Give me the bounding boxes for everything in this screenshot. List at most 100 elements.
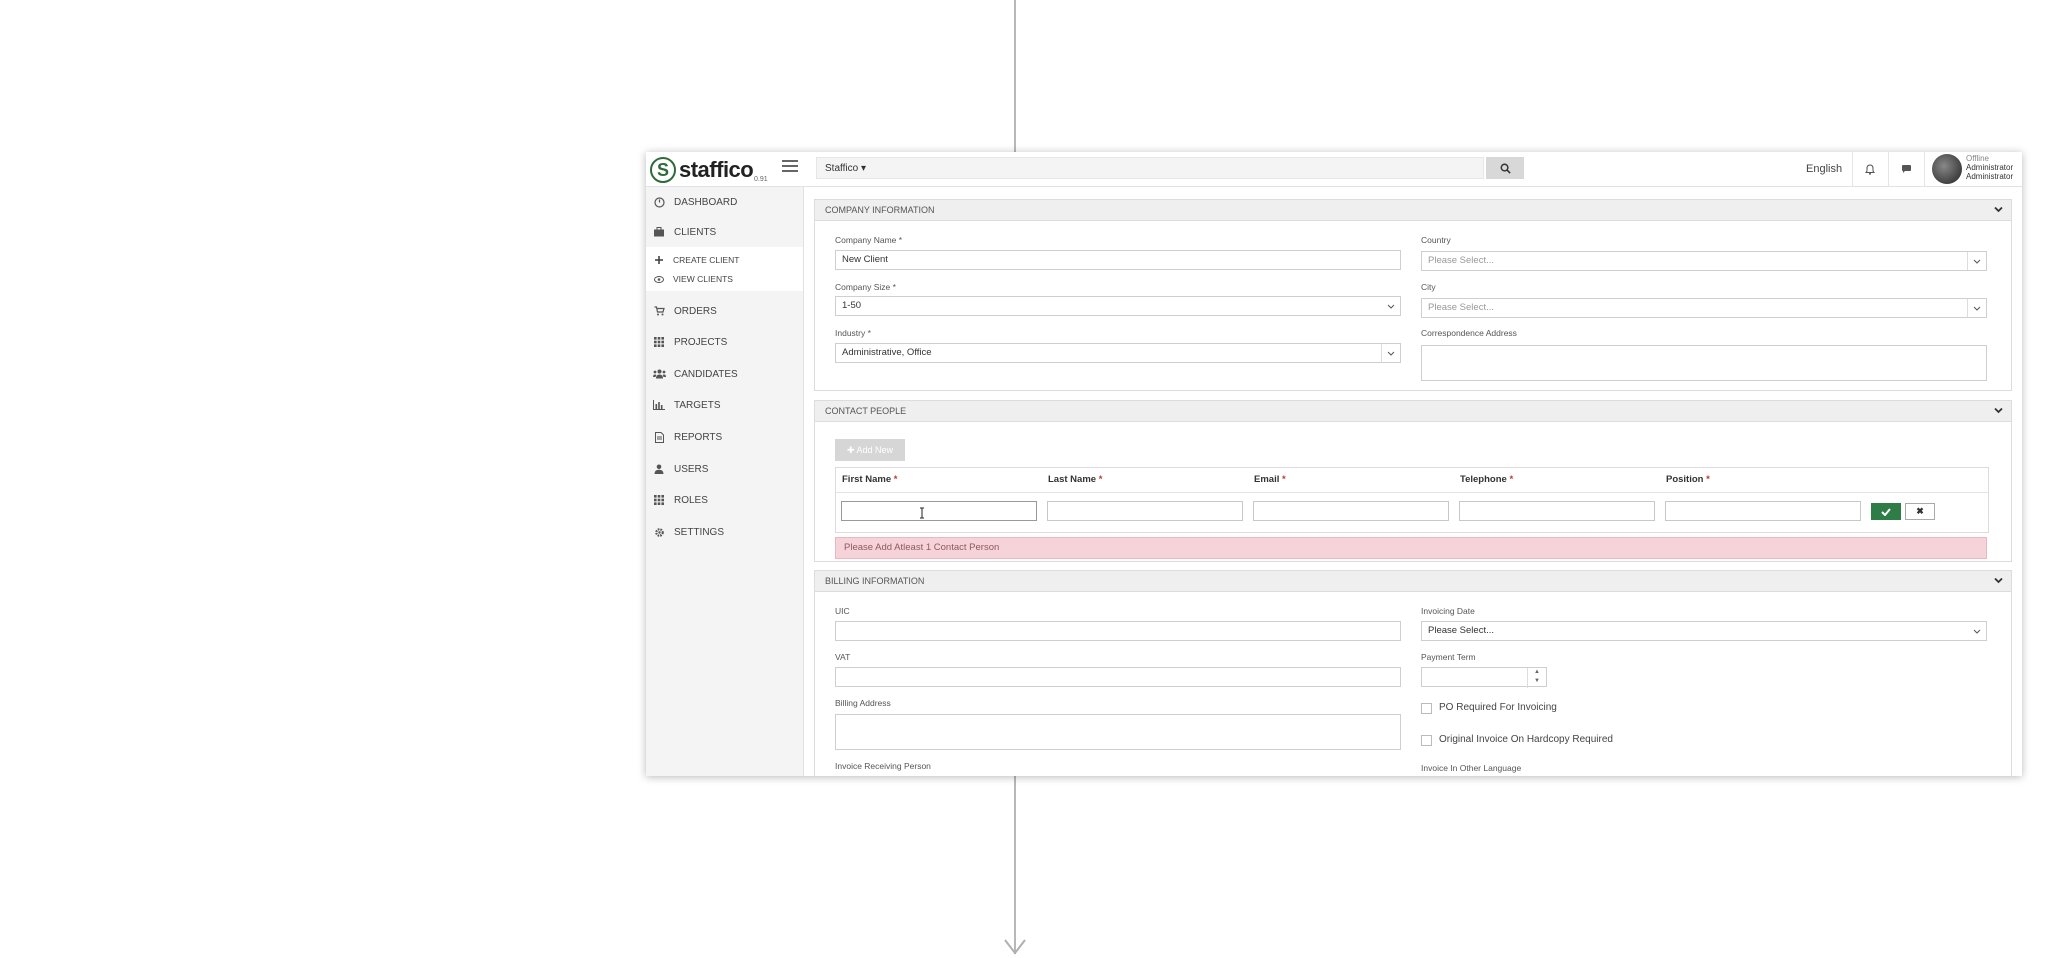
sidebar-item-label: REPORTS	[674, 431, 723, 443]
user-info[interactable]: Offline Administrator Administrator	[1966, 154, 2013, 181]
add-new-contact-button[interactable]: ✚ Add New	[835, 439, 905, 461]
country-placeholder: Please Select...	[1428, 255, 1495, 266]
city-placeholder: Please Select...	[1428, 302, 1495, 313]
sidebar-item-projects[interactable]: PROJECTS	[646, 327, 803, 357]
sidebar-item-label: CANDIDATES	[674, 368, 738, 380]
correspondence-address-input[interactable]	[1421, 345, 1987, 381]
industry-select[interactable]: Administrative, Office	[835, 343, 1401, 363]
payment-term-stepper[interactable]: ▲ ▼	[1421, 667, 1547, 688]
position-input[interactable]	[1665, 501, 1861, 521]
eye-icon	[653, 275, 665, 283]
billing-information-panel: BILLING INFORMATION UIC VAT Billing Addr…	[814, 570, 2012, 776]
brand-name: staffico	[679, 157, 754, 182]
logo-s-icon: S	[650, 157, 676, 183]
document-icon	[652, 431, 666, 443]
search-button[interactable]	[1486, 157, 1524, 179]
avatar[interactable]	[1932, 154, 1962, 184]
city-select[interactable]: Please Select...	[1421, 298, 1987, 318]
vat-label: VAT	[835, 652, 851, 662]
stepper-arrows-icon[interactable]: ▲ ▼	[1527, 668, 1546, 688]
app-version: 0.91	[754, 176, 768, 183]
invoicing-date-select[interactable]: Please Select...	[1421, 621, 1987, 641]
company-information-panel: COMPANY INFORMATION Company Name * New C…	[814, 199, 2012, 391]
dashboard-icon	[652, 196, 666, 208]
sidebar-item-users[interactable]: USERS	[646, 454, 803, 484]
sidebar-item-targets[interactable]: TARGETS	[646, 390, 803, 420]
main-content: COMPANY INFORMATION Company Name * New C…	[804, 187, 2022, 776]
company-name-input[interactable]: New Client	[835, 250, 1401, 270]
chevron-down-icon	[1994, 577, 2003, 584]
top-bar: S staffico 0.91 Staffico ▾ English Offli…	[646, 152, 2022, 187]
sidebar-item-candidates[interactable]: CANDIDATES	[646, 359, 803, 389]
sidebar: DASHBOARD CLIENTS CREATE CLIENT VIEW CLI…	[646, 187, 804, 776]
brand-logo[interactable]: S staffico	[650, 155, 754, 185]
text-cursor-icon	[920, 507, 924, 519]
briefcase-icon	[652, 227, 666, 237]
chevron-down-icon	[1994, 407, 2003, 414]
vat-input[interactable]	[835, 667, 1401, 687]
last-name-input[interactable]	[1047, 501, 1243, 521]
telephone-input[interactable]	[1459, 501, 1655, 521]
sidebar-subitem-create-client[interactable]: CREATE CLIENT	[646, 251, 803, 269]
sidebar-item-label: CLIENTS	[674, 226, 717, 238]
column-header-email: Email *	[1254, 474, 1286, 485]
company-size-select[interactable]: 1-50	[835, 296, 1401, 316]
grid-icon	[652, 337, 666, 347]
notifications-button[interactable]	[1852, 152, 1887, 186]
user-role: Administrator	[1966, 172, 2014, 181]
invoice-receiving-person-label: Invoice Receiving Person	[835, 761, 931, 771]
sidebar-item-settings[interactable]: SETTINGS	[646, 517, 803, 547]
plus-icon	[653, 256, 665, 264]
sidebar-item-label: SETTINGS	[674, 526, 725, 538]
clients-submenu: CREATE CLIENT VIEW CLIENTS	[646, 247, 803, 291]
sidebar-item-label: ORDERS	[674, 305, 717, 317]
po-required-label: PO Required For Invoicing	[1439, 702, 1557, 713]
sidebar-item-clients[interactable]: CLIENTS	[646, 217, 803, 247]
billing-information-header[interactable]: BILLING INFORMATION	[815, 571, 2011, 592]
panel-title: BILLING INFORMATION	[825, 576, 925, 586]
sidebar-item-orders[interactable]: ORDERS	[646, 296, 803, 326]
column-header-telephone: Telephone *	[1460, 474, 1514, 485]
uic-input[interactable]	[835, 621, 1401, 641]
sidebar-item-reports[interactable]: REPORTS	[646, 422, 803, 452]
original-invoice-checkbox[interactable]	[1421, 735, 1432, 746]
sidebar-item-label: USERS	[674, 463, 709, 475]
sidebar-item-dashboard[interactable]: DASHBOARD	[646, 187, 803, 217]
sidebar-item-label: ROLES	[674, 494, 708, 506]
sidebar-subitem-view-clients[interactable]: VIEW CLIENTS	[646, 270, 803, 288]
invoicing-date-label: Invoicing Date	[1421, 606, 1475, 616]
sidebar-item-roles[interactable]: ROLES	[646, 485, 803, 515]
sidebar-subitem-label: CREATE CLIENT	[673, 255, 740, 265]
messages-button[interactable]	[1888, 152, 1923, 186]
chevron-down-icon	[1381, 344, 1400, 362]
hamburger-menu-icon[interactable]	[782, 160, 798, 174]
user-menu-divider	[1924, 152, 1925, 186]
country-select[interactable]: Please Select...	[1421, 251, 1987, 271]
sidebar-item-label: TARGETS	[674, 399, 721, 411]
search-icon	[1500, 163, 1511, 174]
email-input[interactable]	[1253, 501, 1449, 521]
column-header-first-name: First Name *	[842, 474, 898, 485]
uic-label: UIC	[835, 606, 850, 616]
check-icon	[1881, 507, 1891, 516]
po-required-checkbox[interactable]	[1421, 703, 1432, 714]
company-size-label: Company Size *	[835, 282, 896, 292]
chevron-down-icon	[1382, 297, 1400, 315]
contact-people-header[interactable]: CONTACT PEOPLE	[815, 401, 2011, 422]
gear-icon	[652, 527, 666, 538]
sidebar-item-label: PROJECTS	[674, 336, 728, 348]
chevron-down-icon	[1968, 622, 1986, 640]
cancel-contact-button[interactable]: ✖	[1905, 503, 1935, 520]
language-selector[interactable]: English	[1806, 152, 1842, 186]
company-switcher[interactable]: Staffico ▾	[816, 157, 1484, 179]
arrow-down-icon	[1004, 939, 1026, 955]
first-name-input[interactable]	[841, 501, 1037, 521]
billing-address-input[interactable]	[835, 714, 1401, 750]
industry-value: Administrative, Office	[842, 347, 932, 358]
correspondence-address-label: Correspondence Address	[1421, 328, 1517, 338]
country-label: Country	[1421, 235, 1451, 245]
bell-icon	[1865, 163, 1875, 175]
company-information-header[interactable]: COMPANY INFORMATION	[815, 200, 2011, 221]
confirm-contact-button[interactable]	[1871, 503, 1901, 520]
panel-title: COMPANY INFORMATION	[825, 205, 935, 215]
